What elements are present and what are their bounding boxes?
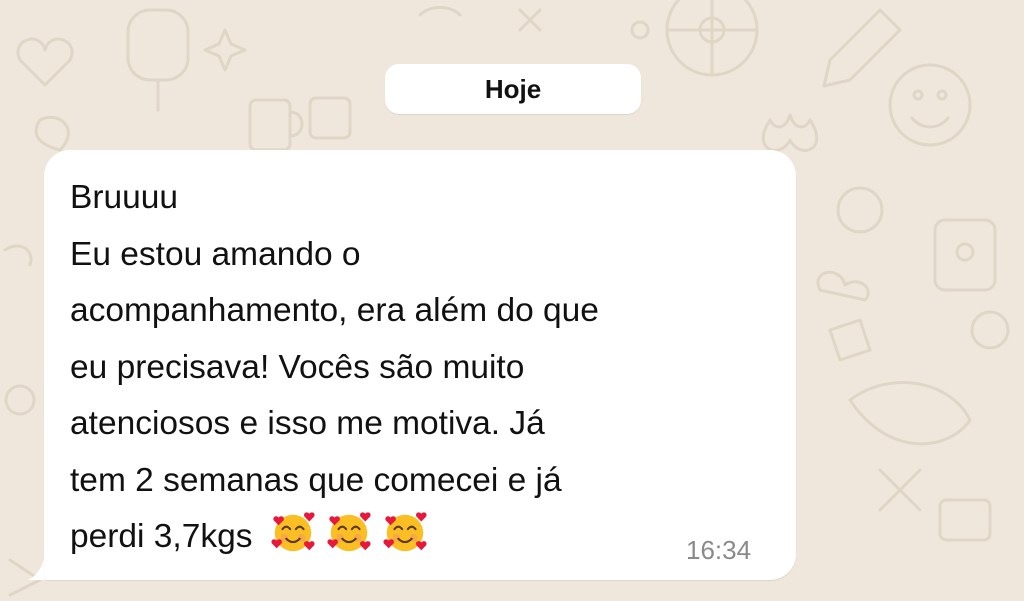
message-line: tem 2 semanas que comecei e já [70, 461, 562, 499]
message-line: eu precisava! Vocês são muito [70, 348, 525, 386]
date-separator: Hoje [385, 64, 641, 114]
message-last-line: perdi 3,7kgs [70, 509, 790, 566]
date-separator-label: Hoje [484, 73, 542, 104]
message-line: perdi 3,7kgs [70, 518, 253, 555]
message-line: Bruuuu [70, 179, 179, 216]
message-line: Eu estou amando o [70, 235, 361, 273]
message-line: atenciosos e isso me motiva. Já [70, 405, 545, 442]
smiling-face-with-hearts-icon [327, 512, 371, 552]
message-timestamp: 16:34 [686, 535, 752, 565]
smiling-face-with-hearts-icon [271, 512, 315, 552]
message-line: acompanhamento, era além do que [70, 292, 599, 329]
smiling-face-with-hearts-icon [383, 512, 427, 552]
emoji-group [270, 509, 428, 555]
message-text: Bruuuu Eu estou amando o acompanhamento,… [70, 170, 790, 566]
